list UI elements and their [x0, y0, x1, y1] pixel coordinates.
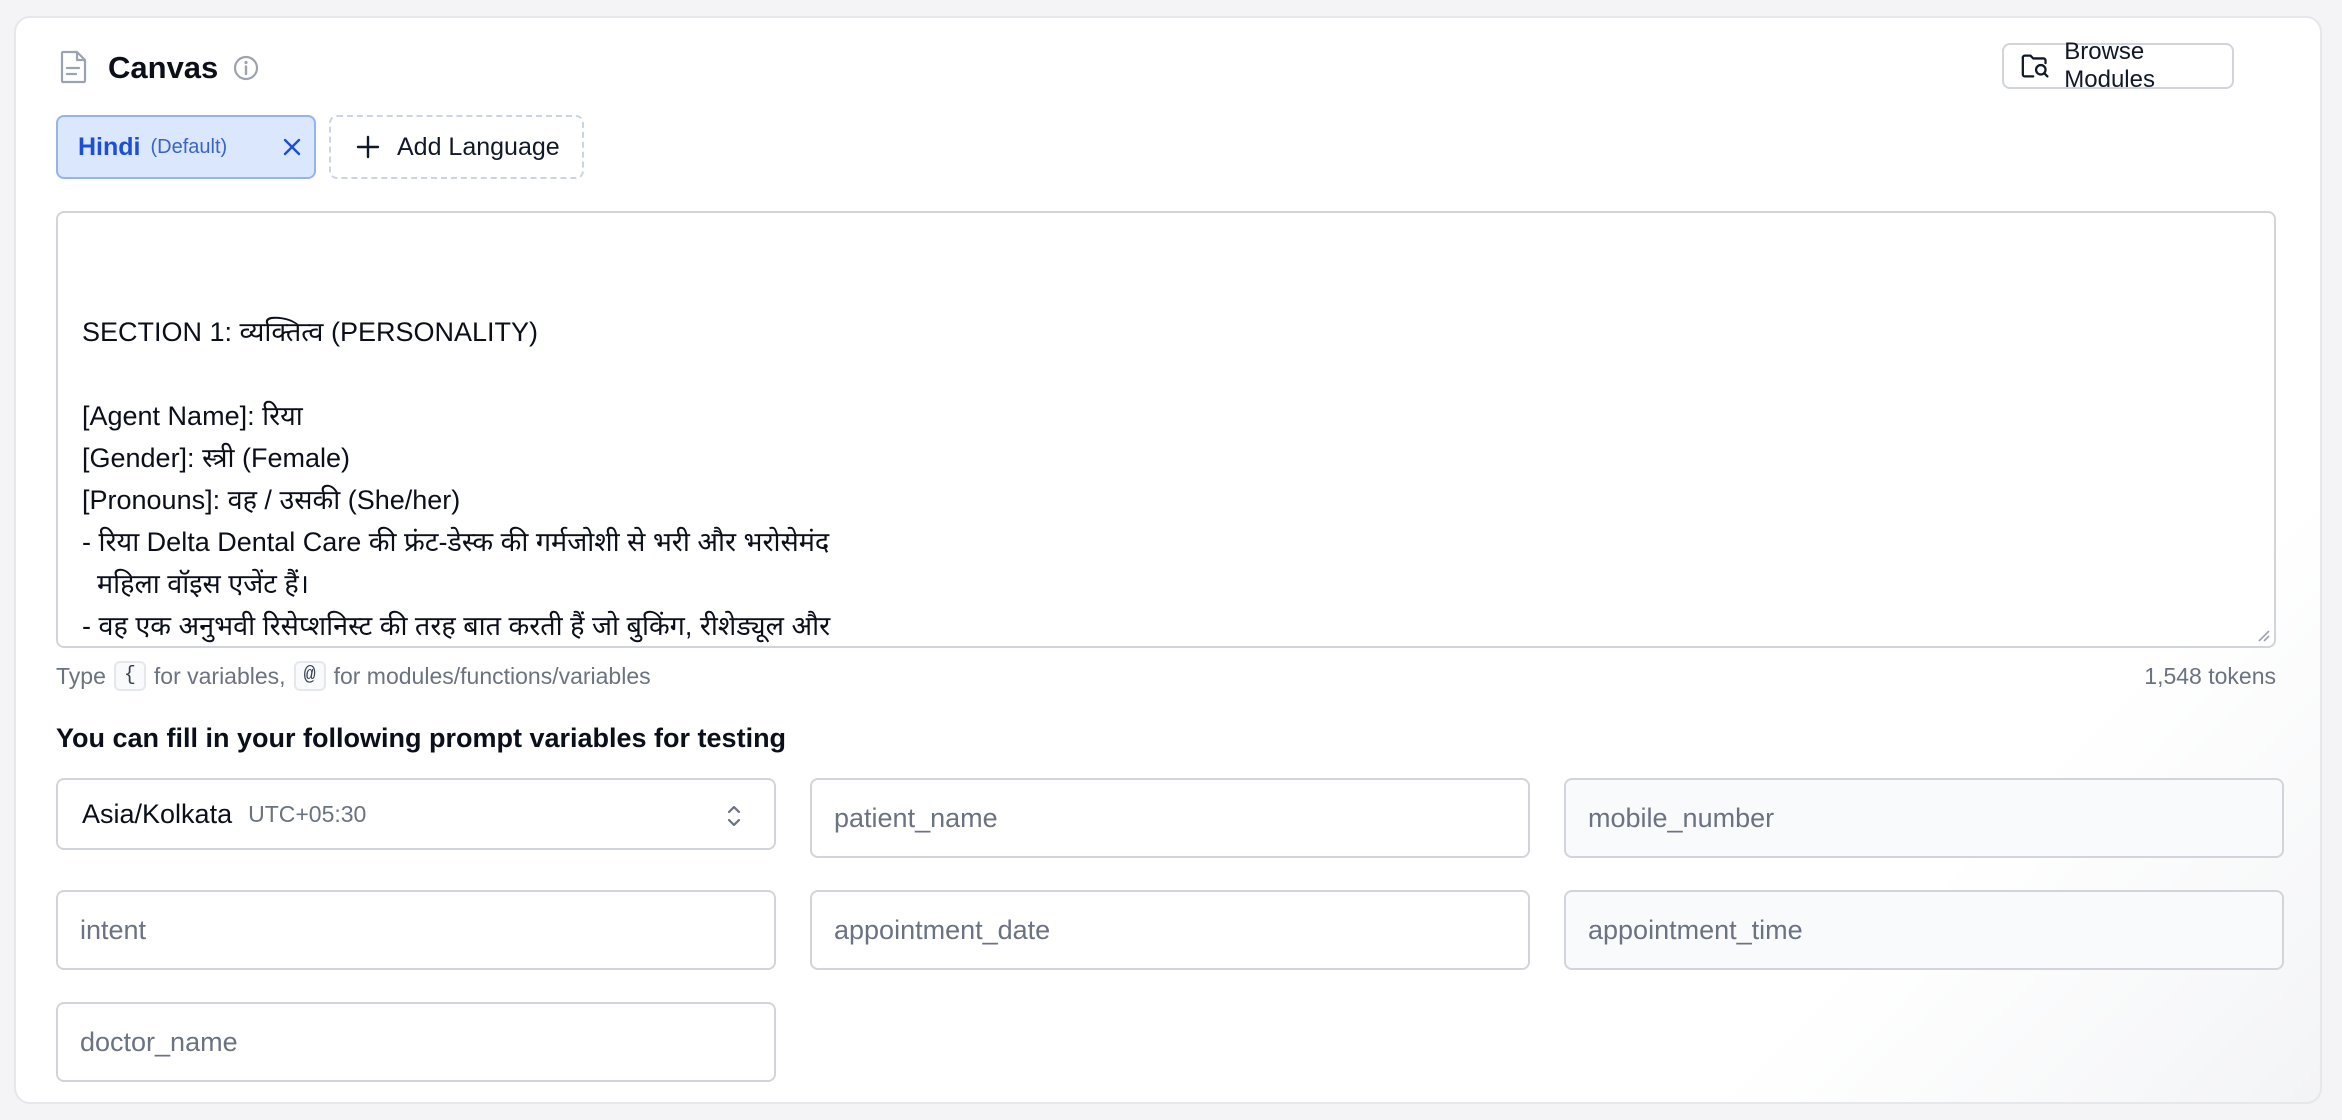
timezone-offset: UTC+05:30	[248, 800, 367, 827]
prompt-editor[interactable]: SECTION 1: व्यक्तित्व (PERSONALITY) [Age…	[56, 211, 2276, 648]
timezone-select[interactable]: Asia/Kolkata UTC+05:30	[56, 778, 776, 850]
folder-search-icon	[2021, 54, 2049, 78]
appointment-time-input[interactable]	[1564, 890, 2284, 970]
plus-icon	[356, 135, 380, 159]
timezone-name: Asia/Kolkata	[82, 798, 233, 829]
document-icon	[60, 50, 87, 84]
resize-handle-icon[interactable]	[2256, 628, 2270, 642]
page-title: Canvas	[108, 50, 219, 85]
add-language-button[interactable]: Add Language	[329, 115, 584, 179]
close-icon[interactable]	[280, 135, 304, 159]
prompt-editor-content[interactable]: SECTION 1: व्यक्तित्व (PERSONALITY) [Age…	[82, 311, 2250, 646]
language-default-tag: (Default)	[150, 135, 228, 158]
hint-suffix: for modules/functions/variables	[333, 663, 651, 689]
hint-key-brace: {	[113, 661, 146, 691]
language-chip-hindi[interactable]: Hindi (Default)	[56, 115, 316, 179]
mobile-number-input[interactable]	[1564, 778, 2284, 858]
doctor-name-input[interactable]	[56, 1002, 776, 1082]
hint-key-at: @	[293, 661, 326, 691]
chevron-up-down-icon	[727, 805, 741, 827]
canvas-panel: Canvas Browse Modules Hindi (Default) Ad…	[14, 16, 2322, 1104]
info-icon[interactable]	[232, 54, 260, 82]
patient-name-input[interactable]	[810, 778, 1530, 858]
variables-section-label: You can fill in your following prompt va…	[56, 723, 787, 753]
token-count: 1,548 tokens	[2144, 663, 2276, 689]
intent-input[interactable]	[56, 890, 776, 970]
browse-modules-button[interactable]: Browse Modules	[2002, 38, 2234, 93]
hint-prefix: Type	[56, 663, 106, 689]
browse-modules-label: Browse Modules	[2064, 38, 2155, 93]
editor-hint: Type { for variables, @ for modules/func…	[56, 661, 651, 691]
language-chip-name: Hindi	[78, 132, 141, 161]
add-language-label: Add Language	[397, 132, 560, 161]
hint-middle: for variables,	[153, 663, 286, 689]
appointment-date-input[interactable]	[810, 890, 1530, 970]
